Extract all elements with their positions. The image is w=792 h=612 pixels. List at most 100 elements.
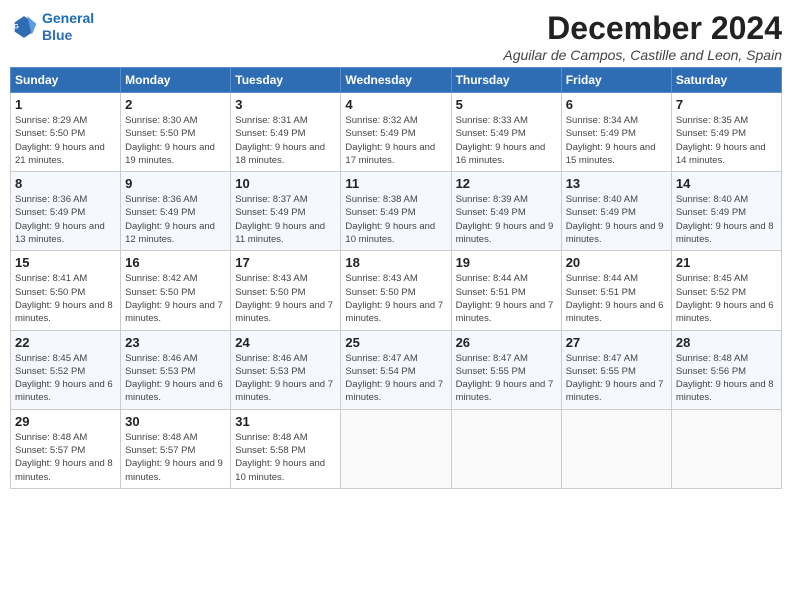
day-info: Sunrise: 8:45 AMSunset: 5:52 PMDaylight:… — [676, 272, 777, 325]
day-info: Sunrise: 8:45 AMSunset: 5:52 PMDaylight:… — [15, 352, 116, 405]
day-number: 12 — [456, 176, 557, 191]
logo-line2: Blue — [42, 27, 72, 43]
header-wednesday: Wednesday — [341, 68, 451, 93]
subtitle: Aguilar de Campos, Castille and Leon, Sp… — [503, 47, 782, 63]
page-header: G General Blue December 2024 Aguilar de … — [10, 10, 782, 63]
calendar-cell: 28Sunrise: 8:48 AMSunset: 5:56 PMDayligh… — [671, 330, 781, 409]
day-info: Sunrise: 8:44 AMSunset: 5:51 PMDaylight:… — [456, 272, 557, 325]
calendar-cell: 16Sunrise: 8:42 AMSunset: 5:50 PMDayligh… — [121, 251, 231, 330]
calendar-cell: 27 Sunrise: 8:47 AMSunset: 5:55 PMDayligh… — [561, 330, 671, 409]
day-info: Sunrise: 8:39 AMSunset: 5:49 PMDaylight:… — [456, 193, 557, 246]
calendar-cell: 23 Sunrise: 8:46 AMSunset: 5:53 PMDayligh… — [121, 330, 231, 409]
day-info: Sunrise: 8:48 AMSunset: 5:58 PMDaylight:… — [235, 431, 336, 484]
day-info: Sunrise: 8:46 AMSunset: 5:53 PMDaylight:… — [125, 352, 226, 405]
day-number: 6 — [566, 97, 667, 112]
calendar-cell: 1 Sunrise: 8:29 AMSunset: 5:50 PMDaylight… — [11, 93, 121, 172]
calendar-cell: 6Sunrise: 8:34 AMSunset: 5:49 PMDaylight… — [561, 93, 671, 172]
day-number: 2 — [125, 97, 226, 112]
day-number: 8 — [15, 176, 116, 191]
calendar-cell — [341, 409, 451, 488]
day-number: 4 — [345, 97, 446, 112]
day-info: Sunrise: 8:41 AMSunset: 5:50 PMDaylight:… — [15, 272, 116, 325]
day-info: Sunrise: 8:36 AMSunset: 5:49 PMDaylight:… — [125, 193, 226, 246]
calendar-cell: 29Sunrise: 8:48 AMSunset: 5:57 PMDayligh… — [11, 409, 121, 488]
calendar-cell — [671, 409, 781, 488]
day-info: Sunrise: 8:40 AMSunset: 5:49 PMDaylight:… — [676, 193, 777, 246]
day-info: Sunrise: 8:47 AMSunset: 5:55 PMDaylight:… — [456, 352, 557, 405]
day-info: Sunrise: 8:47 AMSunset: 5:54 PMDaylight:… — [345, 352, 446, 405]
calendar-cell: 11Sunrise: 8:38 AMSunset: 5:49 PMDayligh… — [341, 172, 451, 251]
day-number: 14 — [676, 176, 777, 191]
day-number: 30 — [125, 414, 226, 429]
day-number: 26 — [456, 335, 557, 350]
calendar-cell: 8 Sunrise: 8:36 AMSunset: 5:49 PMDaylight… — [11, 172, 121, 251]
day-info: Sunrise: 8:48 AMSunset: 5:56 PMDaylight:… — [676, 352, 777, 405]
day-info: Sunrise: 8:32 AMSunset: 5:49 PMDaylight:… — [345, 114, 446, 167]
calendar-cell: 3 Sunrise: 8:31 AMSunset: 5:49 PMDaylight… — [231, 93, 341, 172]
day-number: 7 — [676, 97, 777, 112]
calendar-cell: 15 Sunrise: 8:41 AMSunset: 5:50 PMDayligh… — [11, 251, 121, 330]
header-friday: Friday — [561, 68, 671, 93]
header-sunday: Sunday — [11, 68, 121, 93]
day-info: Sunrise: 8:40 AMSunset: 5:49 PMDaylight:… — [566, 193, 667, 246]
day-info: Sunrise: 8:37 AMSunset: 5:49 PMDaylight:… — [235, 193, 336, 246]
day-number: 18 — [345, 255, 446, 270]
day-info: Sunrise: 8:48 AMSunset: 5:57 PMDaylight:… — [15, 431, 116, 484]
calendar-cell: 7 Sunrise: 8:35 AMSunset: 5:49 PMDaylight… — [671, 93, 781, 172]
day-info: Sunrise: 8:47 AMSunset: 5:55 PMDaylight:… — [566, 352, 667, 405]
header-tuesday: Tuesday — [231, 68, 341, 93]
calendar-cell: 5Sunrise: 8:33 AMSunset: 5:49 PMDaylight… — [451, 93, 561, 172]
day-info: Sunrise: 8:44 AMSunset: 5:51 PMDaylight:… — [566, 272, 667, 325]
day-info: Sunrise: 8:36 AMSunset: 5:49 PMDaylight:… — [15, 193, 116, 246]
day-number: 9 — [125, 176, 226, 191]
day-number: 21 — [676, 255, 777, 270]
title-block: December 2024 Aguilar de Campos, Castill… — [503, 10, 782, 63]
day-number: 19 — [456, 255, 557, 270]
week-row-1: 1 Sunrise: 8:29 AMSunset: 5:50 PMDaylight… — [11, 93, 782, 172]
week-row-5: 29Sunrise: 8:48 AMSunset: 5:57 PMDayligh… — [11, 409, 782, 488]
calendar-cell: 22 Sunrise: 8:45 AMSunset: 5:52 PMDayligh… — [11, 330, 121, 409]
calendar-cell: 26 Sunrise: 8:47 AMSunset: 5:55 PMDayligh… — [451, 330, 561, 409]
day-number: 23 — [125, 335, 226, 350]
calendar-cell: 19 Sunrise: 8:44 AMSunset: 5:51 PMDayligh… — [451, 251, 561, 330]
calendar-cell: 20 Sunrise: 8:44 AMSunset: 5:51 PMDayligh… — [561, 251, 671, 330]
calendar-table: SundayMondayTuesdayWednesdayThursdayFrid… — [10, 67, 782, 489]
day-number: 24 — [235, 335, 336, 350]
header-monday: Monday — [121, 68, 231, 93]
day-info: Sunrise: 8:31 AMSunset: 5:49 PMDaylight:… — [235, 114, 336, 167]
logo-icon: G — [10, 13, 38, 41]
calendar-cell: 10 Sunrise: 8:37 AMSunset: 5:49 PMDayligh… — [231, 172, 341, 251]
calendar-cell: 18Sunrise: 8:43 AMSunset: 5:50 PMDayligh… — [341, 251, 451, 330]
calendar-cell: 24 Sunrise: 8:46 AMSunset: 5:53 PMDayligh… — [231, 330, 341, 409]
header-thursday: Thursday — [451, 68, 561, 93]
day-number: 22 — [15, 335, 116, 350]
calendar-cell: 4 Sunrise: 8:32 AMSunset: 5:49 PMDaylight… — [341, 93, 451, 172]
day-number: 15 — [15, 255, 116, 270]
logo: G General Blue — [10, 10, 94, 44]
day-info: Sunrise: 8:48 AMSunset: 5:57 PMDaylight:… — [125, 431, 226, 484]
day-number: 3 — [235, 97, 336, 112]
day-number: 20 — [566, 255, 667, 270]
day-number: 27 — [566, 335, 667, 350]
calendar-cell — [561, 409, 671, 488]
day-number: 5 — [456, 97, 557, 112]
day-info: Sunrise: 8:43 AMSunset: 5:50 PMDaylight:… — [235, 272, 336, 325]
day-number: 10 — [235, 176, 336, 191]
calendar-header-row: SundayMondayTuesdayWednesdayThursdayFrid… — [11, 68, 782, 93]
logo-line1: General — [42, 10, 94, 26]
week-row-2: 8 Sunrise: 8:36 AMSunset: 5:49 PMDaylight… — [11, 172, 782, 251]
calendar-cell: 2Sunrise: 8:30 AMSunset: 5:50 PMDaylight… — [121, 93, 231, 172]
calendar-cell: 13Sunrise: 8:40 AMSunset: 5:49 PMDayligh… — [561, 172, 671, 251]
calendar-cell: 17Sunrise: 8:43 AMSunset: 5:50 PMDayligh… — [231, 251, 341, 330]
week-row-3: 15 Sunrise: 8:41 AMSunset: 5:50 PMDayligh… — [11, 251, 782, 330]
day-info: Sunrise: 8:29 AMSunset: 5:50 PMDaylight:… — [15, 114, 116, 167]
calendar-cell: 30 Sunrise: 8:48 AMSunset: 5:57 PMDayligh… — [121, 409, 231, 488]
calendar-cell: 21 Sunrise: 8:45 AMSunset: 5:52 PMDayligh… — [671, 251, 781, 330]
day-info: Sunrise: 8:42 AMSunset: 5:50 PMDaylight:… — [125, 272, 226, 325]
day-number: 31 — [235, 414, 336, 429]
day-info: Sunrise: 8:46 AMSunset: 5:53 PMDaylight:… — [235, 352, 336, 405]
day-number: 1 — [15, 97, 116, 112]
calendar-cell: 12 Sunrise: 8:39 AMSunset: 5:49 PMDayligh… — [451, 172, 561, 251]
day-info: Sunrise: 8:35 AMSunset: 5:49 PMDaylight:… — [676, 114, 777, 167]
header-saturday: Saturday — [671, 68, 781, 93]
